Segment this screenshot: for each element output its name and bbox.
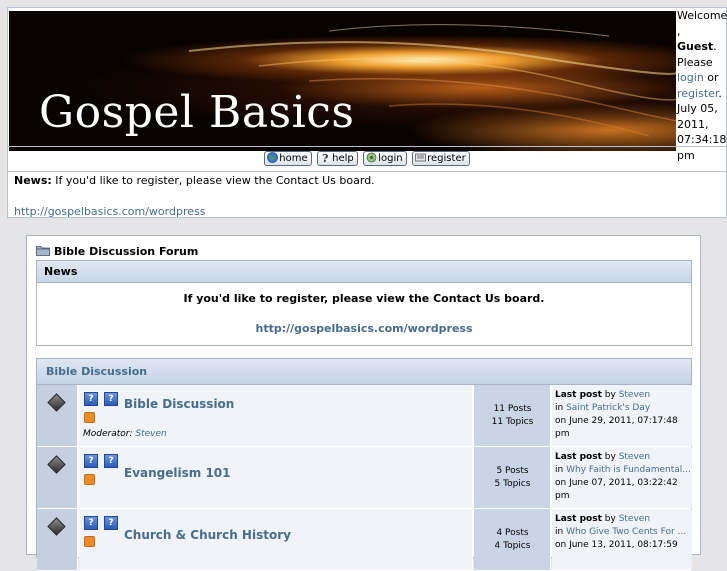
rss-icon[interactable] [84, 474, 95, 485]
register-icon [415, 153, 427, 162]
last-post-topic[interactable]: Why Faith is Fundamental... [566, 465, 691, 475]
rss-icon[interactable] [84, 412, 95, 423]
last-post-label: Last post [555, 390, 602, 400]
topic-count: 11 Topics [491, 417, 534, 427]
breadcrumb-label[interactable]: Bible Discussion Forum [54, 245, 198, 258]
category-table: Bible Discussion ? ? Bible Discussion Mo… [36, 358, 692, 571]
folder-icon [36, 246, 50, 256]
help-button[interactable]: ? help [317, 151, 358, 166]
last-post-date: on June 07, 2011, 03:22:42 [555, 478, 678, 488]
last-post-topic[interactable]: Saint Patrick's Day [566, 403, 650, 413]
help-icon[interactable]: ? [104, 392, 118, 406]
help-icon[interactable]: ? [84, 516, 98, 530]
by-text: by [604, 514, 616, 524]
board-stats: 11 Posts 11 Topics [474, 385, 551, 446]
header-news-link[interactable]: http://gospelbasics.com/wordpress [14, 205, 205, 218]
board-link[interactable]: Bible Discussion [124, 397, 234, 411]
site-header: Gospel Basics Welcome, Guest. Please log… [7, 7, 727, 218]
board-last-post: Last post by Steven in Who Give Two Cent… [552, 509, 692, 570]
menu-divider [8, 171, 726, 172]
board-status-icon [47, 455, 66, 474]
moderator-link[interactable]: Steven [135, 429, 166, 439]
help-label: help [332, 153, 354, 164]
welcome-text: Welcome, [677, 9, 727, 38]
post-count: 5 Posts [496, 466, 529, 476]
in-text: in [555, 527, 564, 537]
board-link[interactable]: Evangelism 101 [124, 466, 231, 480]
news-box-message: If you'd like to register, please view t… [183, 292, 545, 305]
please-text: Please [677, 55, 713, 69]
post-count: 11 Posts [493, 404, 532, 414]
globe-icon [267, 152, 279, 163]
last-post-label: Last post [555, 514, 602, 524]
post-count: 4 Posts [496, 528, 529, 538]
board-moderator: Moderator: Steven [83, 429, 167, 439]
board-link[interactable]: Church & Church History [124, 528, 291, 542]
register-link[interactable]: register [677, 87, 718, 100]
or-text: or [707, 71, 719, 84]
site-banner[interactable]: Gospel Basics [9, 11, 676, 151]
svg-text:?: ? [322, 152, 328, 163]
help-icon[interactable]: ? [104, 454, 118, 468]
login-button[interactable]: login [363, 151, 407, 166]
moderator-label: Moderator: [83, 429, 133, 439]
board-last-post: Last post by Steven in Saint Patrick's D… [552, 385, 692, 446]
last-post-time-suffix: pm [555, 491, 570, 501]
home-button[interactable]: home [264, 151, 312, 166]
category-title[interactable]: Bible Discussion [37, 359, 691, 385]
last-post-user[interactable]: Steven [619, 514, 650, 524]
home-label: home [279, 153, 308, 164]
in-text: in [555, 465, 564, 475]
by-text: by [604, 390, 616, 400]
help-icon[interactable]: ? [84, 392, 98, 406]
login-label: login [378, 153, 403, 164]
board-last-post: Last post by Steven in Why Faith is Fund… [552, 447, 692, 508]
topic-count: 5 Topics [494, 479, 531, 489]
last-post-label: Last post [555, 452, 602, 462]
guest-label: Guest [677, 40, 714, 53]
last-post-user[interactable]: Steven [619, 452, 650, 462]
welcome-panel: Welcome, Guest. Please login or register… [677, 9, 727, 162]
breadcrumb: Bible Discussion Forum [36, 245, 198, 258]
banner-title: Gospel Basics [39, 87, 355, 138]
header-news-text: If you'd like to register, please view t… [55, 174, 375, 187]
news-box: News If you'd like to register, please v… [36, 260, 692, 346]
by-text: by [604, 452, 616, 462]
forum-container: Bible Discussion Forum News If you'd lik… [26, 235, 701, 571]
main-menu: home ? help login register [8, 148, 726, 170]
last-post-date: on June 29, 2011, 07:17:48 [555, 416, 678, 426]
login-icon [366, 152, 377, 163]
last-post-date: on June 13, 2011, 08:17:59 [555, 540, 678, 550]
help-icon[interactable]: ? [104, 516, 118, 530]
rss-icon[interactable] [84, 536, 95, 547]
board-status-icon [47, 517, 66, 536]
news-label: News: [14, 174, 52, 187]
board-stats: 5 Posts 5 Topics [474, 447, 551, 508]
login-link[interactable]: login [677, 71, 704, 84]
news-box-title: News [37, 261, 691, 283]
last-post-time-suffix: pm [555, 429, 570, 439]
board-row: ? ? Evangelism 101 5 Posts 5 Topics Last… [37, 447, 692, 509]
board-stats: 4 Posts 4 Topics [474, 509, 551, 570]
news-box-link[interactable]: http://gospelbasics.com/wordpress [255, 322, 472, 335]
header-news: News: If you'd like to register, please … [14, 174, 375, 187]
register-button[interactable]: register [412, 151, 470, 166]
last-post-user[interactable]: Steven [619, 390, 650, 400]
topic-count: 4 Topics [494, 541, 531, 551]
help-icon[interactable]: ? [84, 454, 98, 468]
register-label: register [427, 153, 466, 164]
last-post-topic[interactable]: Who Give Two Cents For ... [566, 527, 686, 537]
board-row: ? ? Bible Discussion Moderator: Steven 1… [37, 385, 692, 447]
board-status-icon [47, 393, 66, 412]
question-icon: ? [322, 152, 328, 163]
board-row: ? ? Church & Church History 4 Posts 4 To… [37, 509, 692, 571]
in-text: in [555, 403, 564, 413]
header-divider [8, 146, 726, 147]
